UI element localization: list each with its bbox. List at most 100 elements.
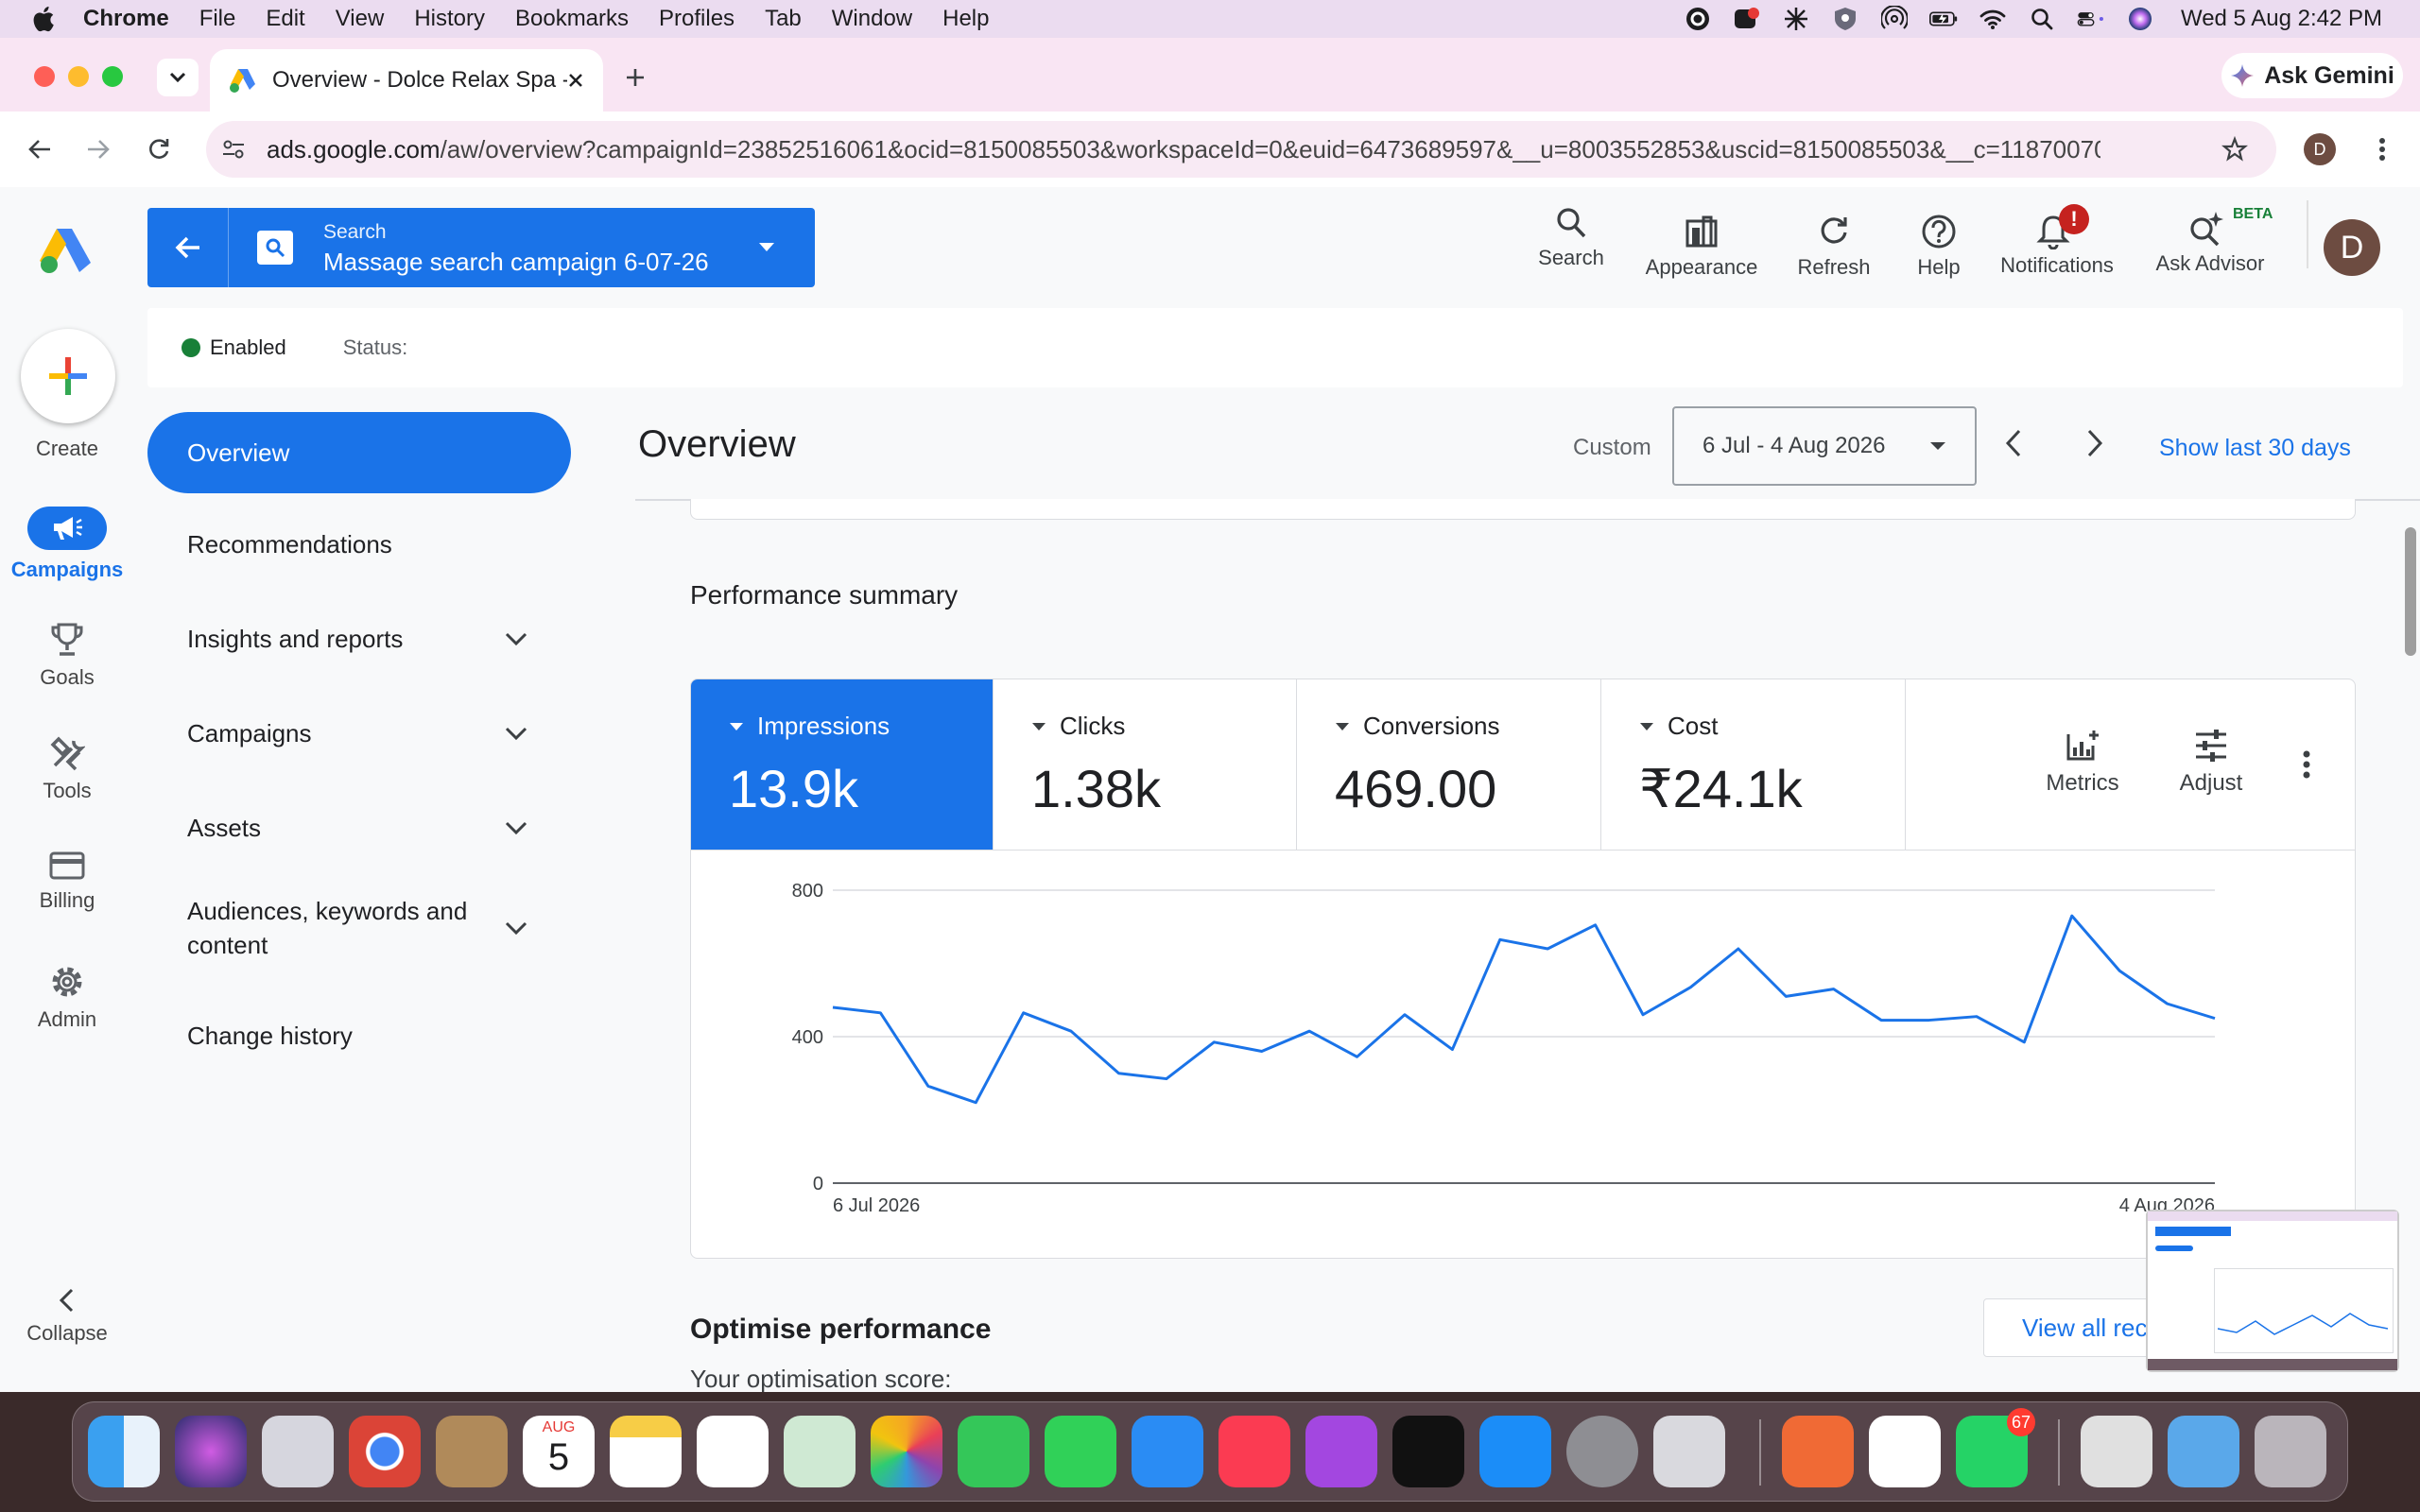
dock-reminders-icon[interactable] xyxy=(697,1416,769,1487)
metric-clicks[interactable]: Clicks 1.38k xyxy=(994,679,1297,850)
menu-overview[interactable]: Overview xyxy=(147,412,571,493)
dock-notes-icon[interactable] xyxy=(610,1416,682,1487)
dock-downloads-folder-icon[interactable] xyxy=(2168,1416,2239,1487)
menu-campaigns[interactable]: Campaigns xyxy=(147,696,571,771)
campaigns-icon-pill xyxy=(27,507,107,550)
dock-chrome-icon[interactable] xyxy=(349,1416,421,1487)
dock-app-store-icon[interactable] xyxy=(1479,1416,1551,1487)
status-enabled[interactable]: Enabled xyxy=(210,335,286,360)
next-period-button[interactable] xyxy=(2083,427,2118,465)
grammarly-icon[interactable] xyxy=(1684,5,1712,33)
create-button[interactable] xyxy=(21,329,115,423)
previous-period-button[interactable] xyxy=(2002,427,2036,465)
apple-logo-icon[interactable] xyxy=(28,3,60,35)
y-tick-label: 400 xyxy=(792,1027,823,1048)
tab-search-button[interactable] xyxy=(157,59,199,96)
metric-impressions[interactable]: Impressions 13.9k xyxy=(691,679,994,850)
screenshot-preview-thumbnail[interactable] xyxy=(2146,1210,2399,1372)
menu-help[interactable]: Help xyxy=(942,6,989,32)
airdrop-icon[interactable] xyxy=(1880,5,1909,33)
dock-facetime-icon[interactable] xyxy=(1045,1416,1116,1487)
record-icon[interactable] xyxy=(1733,5,1761,33)
google-ads-logo-icon[interactable] xyxy=(38,225,93,274)
menu-profiles[interactable]: Profiles xyxy=(659,6,735,32)
show-last-30-days-link[interactable]: Show last 30 days xyxy=(2159,435,2351,462)
address-bar[interactable]: ads.google.com/aw/overview?campaignId=23… xyxy=(206,121,2276,178)
menu-file[interactable]: File xyxy=(199,6,236,32)
ask-gemini-button[interactable]: Ask Gemini xyxy=(2221,53,2403,98)
site-info-icon[interactable] xyxy=(221,138,246,161)
bookmark-star-icon[interactable] xyxy=(2221,136,2248,163)
dock-whatsapp-icon[interactable]: 67 xyxy=(1956,1408,2035,1487)
forward-button[interactable] xyxy=(78,129,119,170)
menu-history[interactable]: History xyxy=(414,6,485,32)
wifi-icon[interactable] xyxy=(1979,5,2007,33)
menu-recommendations[interactable]: Recommendations xyxy=(147,507,571,582)
dock-siri-icon[interactable] xyxy=(175,1416,247,1487)
nav-admin[interactable]: Admin xyxy=(0,964,134,1032)
menu-window[interactable]: Window xyxy=(832,6,912,32)
shield-vpn-icon[interactable] xyxy=(1831,5,1859,33)
menu-bookmarks[interactable]: Bookmarks xyxy=(515,6,629,32)
dock-maps-icon[interactable] xyxy=(784,1416,856,1487)
page-scrollbar-thumb[interactable] xyxy=(2405,527,2416,656)
browser-tab-active[interactable]: Overview - Dolce Relax Spa - xyxy=(210,49,603,112)
dock-music-icon[interactable] xyxy=(1219,1416,1290,1487)
dock-apple-tv-icon[interactable] xyxy=(1392,1416,1464,1487)
browser-toolbar: ads.google.com/aw/overview?campaignId=23… xyxy=(0,112,2420,187)
dock-messages-icon[interactable] xyxy=(958,1416,1029,1487)
new-tab-button[interactable] xyxy=(616,59,654,96)
reload-button[interactable] xyxy=(138,129,180,170)
menu-change-history[interactable]: Change history xyxy=(147,998,571,1074)
metric-conversions[interactable]: Conversions 469.00 xyxy=(1297,679,1601,850)
perplexity-icon[interactable] xyxy=(1782,5,1810,33)
nav-goals[interactable]: Goals xyxy=(0,622,134,690)
back-button[interactable] xyxy=(19,129,60,170)
dock-vpn-icon[interactable] xyxy=(1869,1416,1941,1487)
close-tab-icon[interactable] xyxy=(567,72,584,89)
metric-cost[interactable]: Cost ₹24.1k xyxy=(1601,679,1906,850)
dock-keynote-icon[interactable] xyxy=(1132,1416,1203,1487)
collapse-nav-button[interactable]: Collapse xyxy=(0,1287,134,1346)
dock-claude-icon[interactable] xyxy=(1782,1416,1854,1487)
menu-assets[interactable]: Assets xyxy=(147,790,571,866)
menu-audiences-keywords-content[interactable]: Audiences, keywords and content xyxy=(147,881,571,975)
menu-app-name[interactable]: Chrome xyxy=(83,6,169,32)
adjust-button[interactable]: Adjust xyxy=(2164,729,2258,797)
control-center-icon[interactable] xyxy=(2077,5,2105,33)
chrome-menu-button[interactable] xyxy=(2361,129,2403,170)
dock-iphone-mirroring-icon[interactable] xyxy=(1653,1416,1725,1487)
dock-calendar-icon[interactable]: AUG 5 xyxy=(523,1416,595,1487)
nav-billing[interactable]: Billing xyxy=(0,850,134,913)
menu-tab[interactable]: Tab xyxy=(765,6,802,32)
metrics-button[interactable]: Metrics xyxy=(2035,729,2130,797)
picker-back-button[interactable] xyxy=(147,208,229,287)
date-range-picker[interactable]: 6 Jul - 4 Aug 2026 xyxy=(1672,406,1977,486)
battery-icon[interactable] xyxy=(1928,5,1958,33)
card-more-button[interactable] xyxy=(2302,749,2311,780)
account-avatar[interactable]: D xyxy=(2324,219,2380,276)
menu-insights-and-reports[interactable]: Insights and reports xyxy=(147,601,571,677)
menu-view[interactable]: View xyxy=(336,6,385,32)
menu-edit[interactable]: Edit xyxy=(266,6,304,32)
dock-stack-documents-icon[interactable] xyxy=(2081,1416,2152,1487)
impressions-series-line xyxy=(832,914,2216,1105)
siri-icon[interactable] xyxy=(2126,5,2154,33)
dock-trash-icon[interactable] xyxy=(2255,1416,2326,1487)
zoom-window-button[interactable] xyxy=(102,66,123,87)
close-window-button[interactable] xyxy=(34,66,55,87)
dock-finder-icon[interactable] xyxy=(88,1416,160,1487)
dock-podcasts-icon[interactable] xyxy=(1305,1416,1377,1487)
dock-launchpad-icon[interactable] xyxy=(262,1416,334,1487)
menu-clock[interactable]: Wed 5 Aug 2:42 PM xyxy=(2181,6,2382,32)
minimize-window-button[interactable] xyxy=(68,66,89,87)
campaign-picker[interactable]: Search Massage search campaign 6-07-26 xyxy=(147,208,815,287)
dock-contacts-icon[interactable] xyxy=(436,1416,508,1487)
spotlight-search-icon[interactable] xyxy=(2028,5,2056,33)
profile-button[interactable]: D xyxy=(2299,129,2341,170)
dock-system-settings-icon[interactable] xyxy=(1566,1416,1638,1487)
gemini-sparkle-icon xyxy=(2231,64,2255,87)
nav-tools[interactable]: Tools xyxy=(0,735,134,803)
dock-photos-icon[interactable] xyxy=(871,1416,942,1487)
nav-campaigns[interactable]: Campaigns xyxy=(0,507,134,582)
